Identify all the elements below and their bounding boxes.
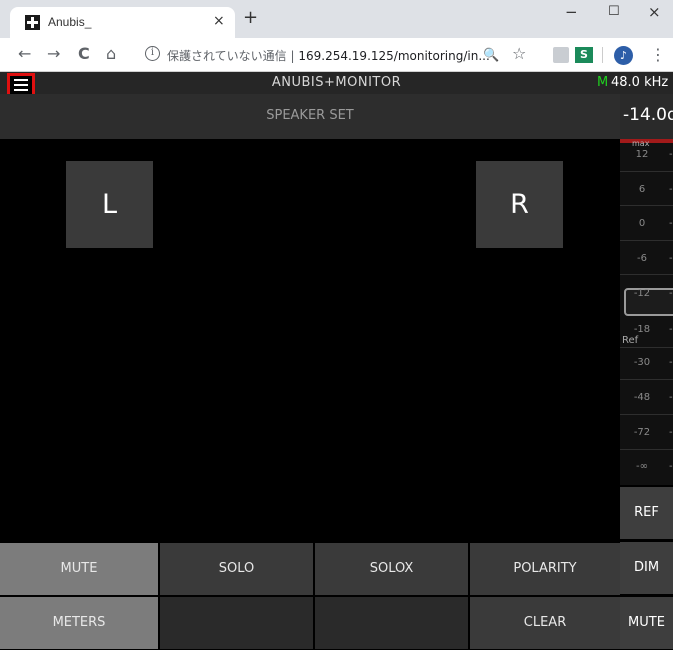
meter-tick-dash: - — [669, 218, 673, 229]
meter-tick-line — [620, 379, 673, 380]
window-close-button[interactable]: × — [648, 3, 661, 21]
level-meter[interactable]: max 12 - 6 - 0 - -6 - -12 - -18 - Ref -3… — [620, 139, 673, 485]
meter-tick-dash: - — [669, 392, 673, 403]
sample-rate: 48.0 kHz — [611, 75, 669, 90]
empty-button-slot — [315, 597, 468, 649]
app-header: ANUBIS+MONITOR M 48.0 kHz — [0, 72, 673, 97]
meter-tick-line — [620, 205, 673, 206]
speaker-stage: L R — [0, 139, 620, 543]
extension-icon[interactable] — [553, 47, 569, 63]
tab-title: Anubis_ — [48, 15, 92, 29]
meter-tick-label: -∞ — [636, 461, 648, 472]
meter-tick-line — [620, 274, 673, 275]
app-title: ANUBIS+MONITOR — [271, 75, 402, 90]
minimize-button[interactable]: − — [565, 3, 578, 21]
bookmark-star-icon[interactable]: ☆ — [512, 45, 526, 63]
zoom-icon[interactable]: 🔍 — [483, 47, 499, 65]
maximize-button[interactable]: ☐ — [608, 4, 620, 19]
ref-button[interactable]: REF — [620, 487, 673, 539]
meters-button[interactable]: METERS — [0, 597, 158, 649]
meter-tick-label: -12 — [633, 288, 651, 299]
empty-button-slot — [160, 597, 313, 649]
meter-tick-label: 0 — [638, 218, 646, 229]
meter-tick-label: -72 — [633, 427, 651, 438]
meter-tick-label: -18 — [633, 324, 651, 335]
speaker-set-title: SPEAKER SET — [266, 108, 354, 123]
home-icon[interactable]: ⌂ — [106, 45, 116, 63]
solo-button[interactable]: SOLO — [160, 543, 313, 595]
master-mute-button[interactable]: MUTE — [620, 597, 673, 649]
toolbar-divider — [602, 47, 603, 63]
meter-tick-line — [620, 414, 673, 415]
browser-toolbar: ← → C ⌂ i 保護されていない通信 | 169.254.19.125/mo… — [0, 38, 673, 72]
address-bar[interactable]: 保護されていない通信 | 169.254.19.125/monitoring/i… — [167, 47, 490, 64]
level-readout[interactable]: -14.0d — [620, 94, 673, 139]
meter-tick-dash: - — [669, 357, 673, 368]
meter-tick-dash: - — [669, 427, 673, 438]
ref-label: Ref — [622, 335, 639, 346]
back-icon[interactable]: ← — [18, 45, 31, 63]
clear-button[interactable]: CLEAR — [470, 597, 620, 649]
browser-tab[interactable]: Anubis_ × — [10, 7, 235, 38]
security-label: 保護されていない通信 — [167, 49, 287, 63]
tab-close-icon[interactable]: × — [213, 13, 225, 29]
anubis-favicon-icon — [25, 15, 40, 30]
speaker-set-bar[interactable]: SPEAKER SET — [0, 94, 620, 139]
meter-tick-dash: - — [669, 324, 673, 335]
meter-tick-label: -30 — [633, 357, 651, 368]
meter-tick-line — [620, 449, 673, 450]
meter-tick-dash: - — [669, 149, 673, 160]
profile-icon[interactable]: ♪ — [614, 46, 633, 65]
browser-menu-icon[interactable]: ⋮ — [650, 45, 666, 64]
meter-tick-line — [620, 240, 673, 241]
browser-tabstrip: Anubis_ × + − ☐ × — [0, 0, 673, 38]
mute-button[interactable]: MUTE — [0, 543, 158, 595]
meter-tick-label: -6 — [637, 253, 647, 264]
meter-tick-dash: - — [669, 288, 673, 299]
new-tab-button[interactable]: + — [243, 8, 258, 28]
url-text: 169.254.19.125/monitoring/in... — [298, 49, 490, 63]
meter-tick-dash: - — [669, 184, 673, 195]
meter-tick-label: -48 — [633, 392, 651, 403]
info-icon[interactable]: i — [145, 46, 160, 61]
monitor-mode-indicator: M — [597, 75, 609, 90]
meter-tick-label: 6 — [638, 184, 646, 195]
level-value: -14.0d — [623, 105, 673, 125]
reload-icon[interactable]: C — [78, 45, 90, 63]
speaker-left[interactable]: L — [66, 161, 153, 248]
meter-tick-line — [620, 347, 673, 348]
anubis-app: ANUBIS+MONITOR M 48.0 kHz SPEAKER SET -1… — [0, 72, 673, 650]
meter-tick-label: 12 — [635, 149, 649, 160]
solox-button[interactable]: SOLOX — [315, 543, 468, 595]
address-separator: | — [290, 49, 295, 63]
speaker-right[interactable]: R — [476, 161, 563, 248]
forward-icon[interactable]: → — [47, 45, 60, 63]
extension-s-icon[interactable]: S — [575, 47, 593, 63]
meter-tick-dash: - — [669, 461, 673, 472]
meter-tick-dash: - — [669, 253, 673, 264]
meter-max-label: max — [632, 139, 650, 148]
dim-button[interactable]: DIM — [620, 542, 673, 594]
polarity-button[interactable]: POLARITY — [470, 543, 620, 595]
meter-tick-line — [620, 171, 673, 172]
